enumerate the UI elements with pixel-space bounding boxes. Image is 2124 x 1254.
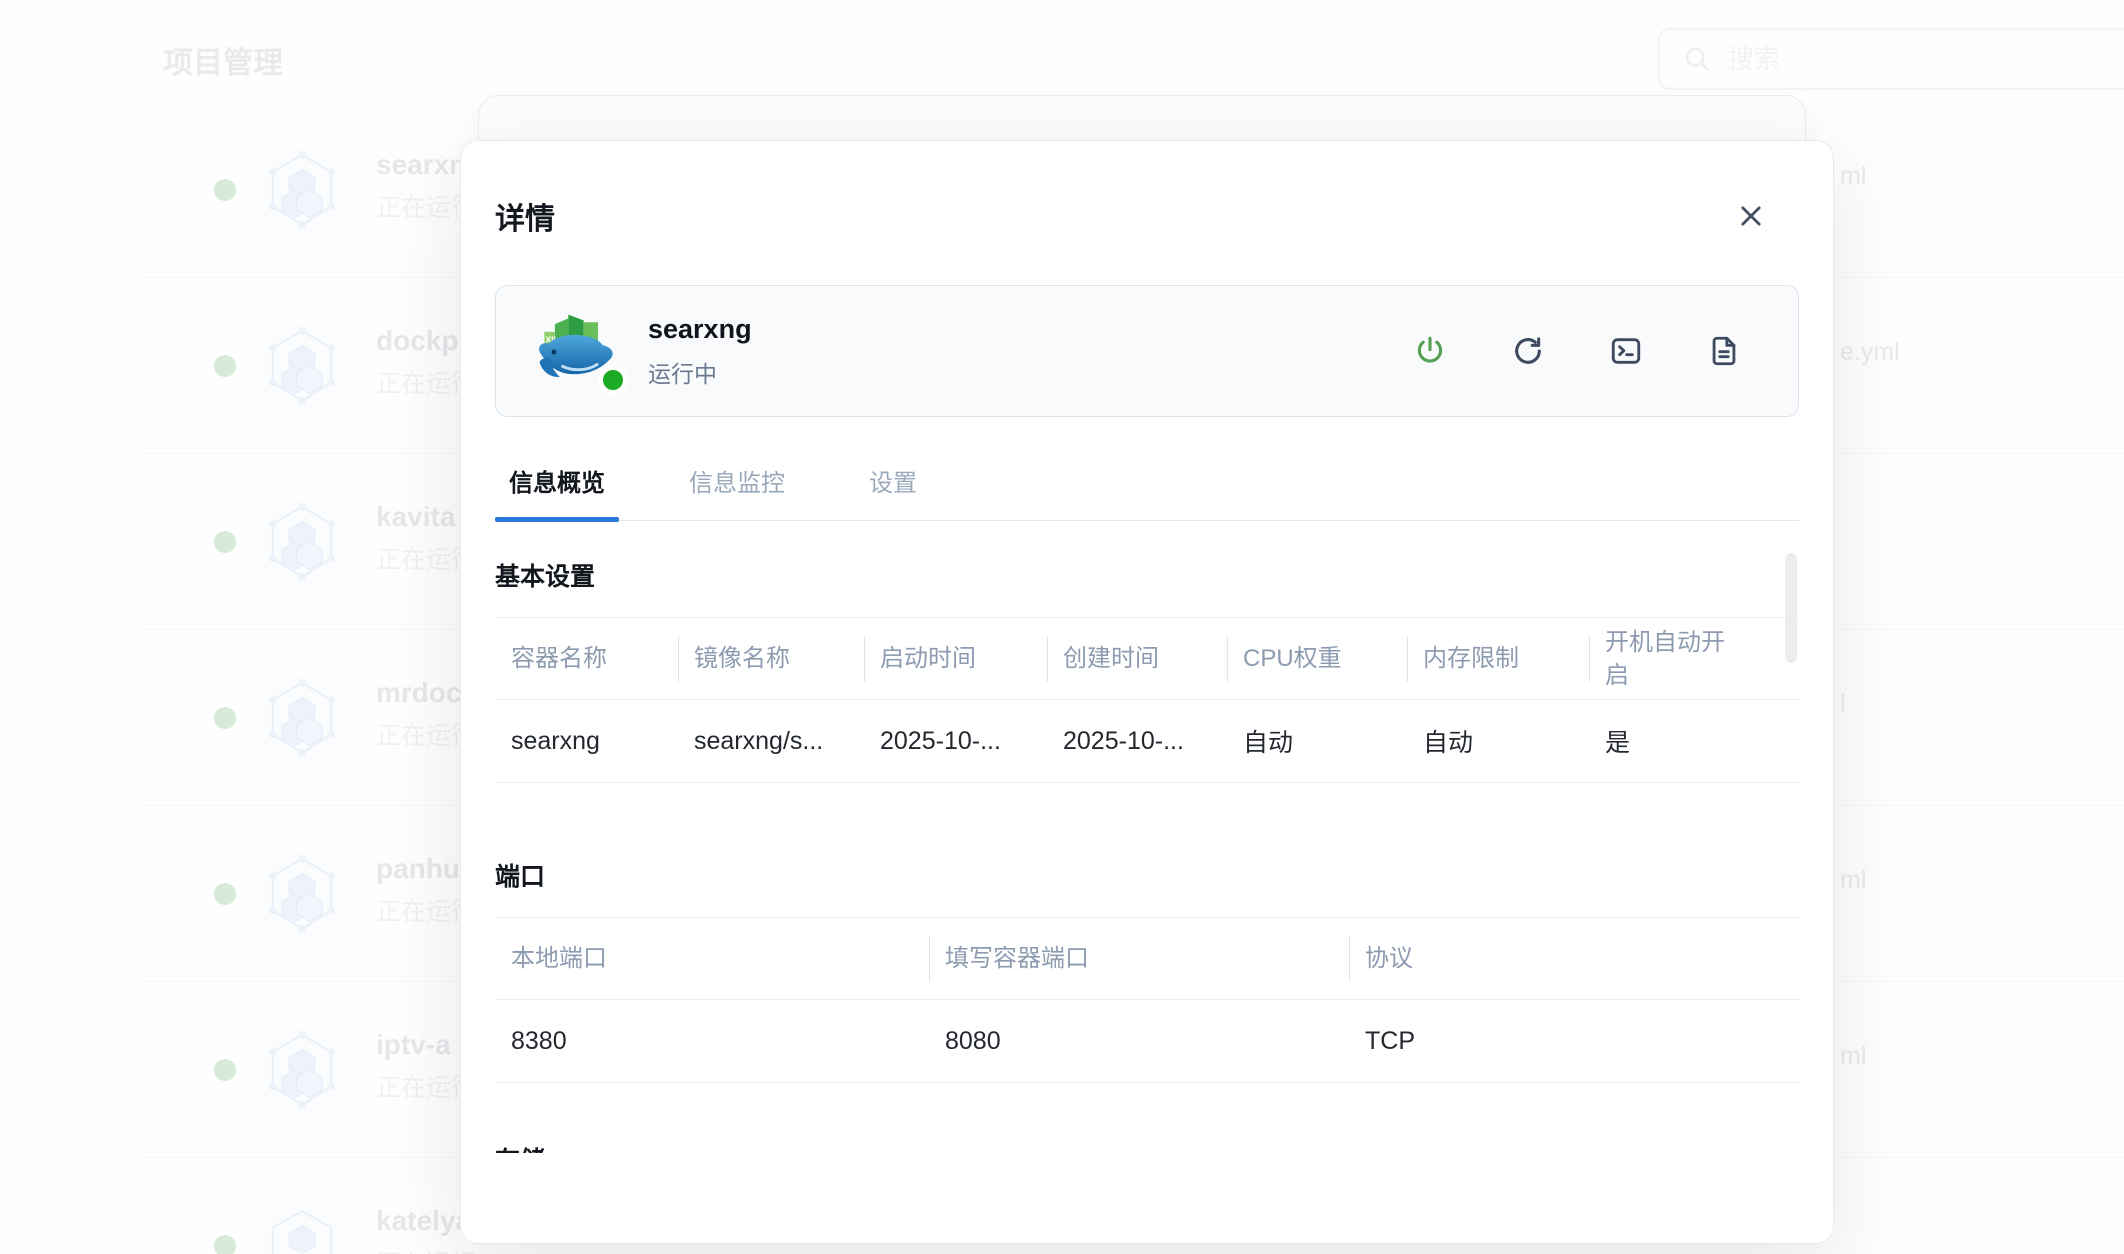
status-dot — [214, 1059, 236, 1081]
compose-file-fragment: e.yml — [1840, 338, 1900, 367]
col-container-port: 填写容器端口 — [929, 942, 1349, 975]
table-row: searxng searxng/s... 2025-10-... 2025-10… — [495, 700, 1799, 783]
container-cube-icon — [258, 1202, 346, 1254]
col-image-name: 镜像名称 — [678, 642, 864, 675]
col-protocol: 协议 — [1349, 942, 1799, 975]
app-root: 项目管理 searxn — [0, 0, 2124, 1254]
cell-local-port: 8380 — [495, 1027, 929, 1056]
section-heading-storage: 存储 — [495, 1141, 1799, 1153]
table-header-row: 本地端口 填写容器端口 协议 — [495, 917, 1799, 1000]
power-icon — [1413, 334, 1447, 368]
status-dot — [214, 707, 236, 729]
cell-protocol: TCP — [1349, 1027, 1799, 1056]
container-cube-icon — [258, 322, 346, 410]
modal-title: 详情 — [495, 194, 555, 238]
terminal-button[interactable] — [1608, 333, 1644, 369]
col-local-port: 本地端口 — [495, 942, 929, 975]
table-row: 8380 8080 TCP — [495, 1000, 1799, 1083]
basic-settings-table: 容器名称 镜像名称 启动时间 创建时间 CPU权重 内存限制 开机自动开启 se… — [495, 617, 1799, 783]
page-title: 项目管理 — [163, 38, 283, 82]
compose-file-fragment: ml — [1840, 866, 1866, 895]
searxng-logo: XII — [530, 305, 622, 397]
modal-scroll-area: 基本设置 容器名称 镜像名称 启动时间 创建时间 CPU权重 内存限制 开机自动… — [495, 521, 1799, 1153]
compose-file-fragment: l — [1840, 690, 1846, 719]
col-cpu-weight: CPU权重 — [1227, 642, 1407, 675]
restart-button[interactable] — [1510, 333, 1546, 369]
tab-settings[interactable]: 设置 — [855, 463, 931, 520]
col-create-time: 创建时间 — [1047, 642, 1227, 675]
col-memory-limit: 内存限制 — [1407, 642, 1589, 675]
section-heading-ports: 端口 — [495, 857, 1799, 893]
tab-overview[interactable]: 信息概览 — [495, 463, 619, 520]
ports-table: 本地端口 填写容器端口 协议 8380 8080 TCP — [495, 917, 1799, 1083]
cell-autostart: 是 — [1589, 723, 1799, 759]
container-cube-icon — [258, 146, 346, 234]
cell-memory-limit: 自动 — [1407, 723, 1589, 759]
container-cube-icon — [258, 850, 346, 938]
status-dot — [214, 179, 236, 201]
search-input[interactable] — [1728, 44, 2058, 75]
logs-button[interactable] — [1706, 333, 1742, 369]
close-icon — [1737, 202, 1765, 230]
container-summary-card: XII searxng 运行中 — [495, 285, 1799, 417]
table-header-row: 容器名称 镜像名称 启动时间 创建时间 CPU权重 内存限制 开机自动开启 — [495, 617, 1799, 700]
tab-monitoring[interactable]: 信息监控 — [675, 463, 799, 520]
cell-start-time: 2025-10-... — [864, 727, 1047, 756]
container-status: 正在运行 — [376, 1248, 476, 1254]
container-cube-icon — [258, 1026, 346, 1114]
cell-image-name: searxng/s... — [678, 727, 864, 756]
container-cube-icon — [258, 674, 346, 762]
modal-container-name: searxng — [648, 313, 752, 346]
status-dot — [214, 883, 236, 905]
status-dot — [214, 1235, 236, 1254]
section-heading-basic: 基本设置 — [495, 557, 1799, 593]
power-button[interactable] — [1412, 333, 1448, 369]
compose-file-fragment: ml — [1840, 162, 1866, 191]
container-actions — [1412, 333, 1742, 369]
search-box[interactable] — [1658, 28, 2124, 90]
cell-cpu-weight: 自动 — [1227, 723, 1407, 759]
close-button[interactable] — [1731, 196, 1771, 236]
search-icon — [1682, 44, 1712, 74]
running-status-dot — [598, 365, 628, 395]
status-dot — [214, 355, 236, 377]
container-cube-icon — [258, 498, 346, 586]
cell-container-name: searxng — [495, 727, 678, 756]
col-start-time: 启动时间 — [864, 642, 1047, 675]
cell-create-time: 2025-10-... — [1047, 727, 1227, 756]
tab-bar: 信息概览 信息监控 设置 — [495, 463, 1799, 521]
col-autostart: 开机自动开启 — [1589, 626, 1799, 692]
details-modal: 详情 XII — [460, 140, 1834, 1244]
cell-container-port: 8080 — [929, 1027, 1349, 1056]
col-container-name: 容器名称 — [495, 642, 678, 675]
terminal-icon — [1609, 334, 1643, 368]
restart-icon — [1511, 334, 1545, 368]
scrollbar-thumb[interactable] — [1785, 553, 1797, 663]
compose-file-fragment: ml — [1840, 1042, 1866, 1071]
modal-container-status: 运行中 — [648, 355, 752, 389]
status-dot — [214, 531, 236, 553]
logs-icon — [1707, 334, 1741, 368]
